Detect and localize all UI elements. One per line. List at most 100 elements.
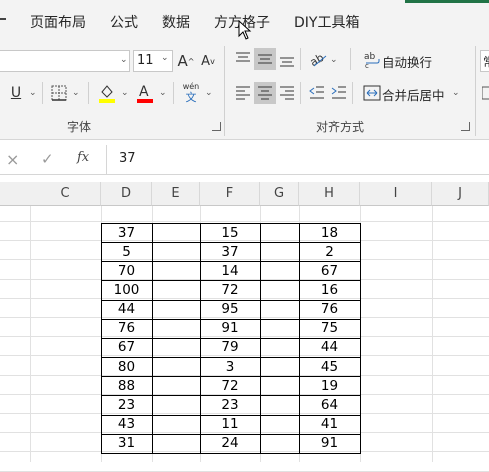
formula-value: 37 <box>119 151 136 166</box>
phonetic-dropdown-icon[interactable]: ⌄ <box>205 88 213 98</box>
cell-f-row-11[interactable]: 11 <box>200 415 260 434</box>
cell-d-row-8[interactable]: 80 <box>101 357 152 376</box>
font-name-combo[interactable] <box>0 50 130 72</box>
cell-f-row-9[interactable]: 72 <box>200 376 260 395</box>
orientation-icon[interactable]: ab <box>308 50 328 68</box>
column-header-i[interactable]: I <box>360 182 432 206</box>
cell-f-row-10[interactable]: 23 <box>200 395 260 414</box>
table-border-vertical <box>101 223 102 453</box>
ribbon-separator <box>300 48 301 70</box>
merge-center-label[interactable]: 合并后居中 <box>382 85 445 104</box>
align-middle-icon[interactable] <box>254 48 276 70</box>
table-border-horizontal <box>101 357 361 358</box>
fill-color-dropdown-icon[interactable]: ⌄ <box>121 88 129 98</box>
grid-gap <box>0 175 489 182</box>
gridline-vertical <box>432 206 433 462</box>
cell-h-row-7[interactable]: 44 <box>299 338 360 357</box>
cell-d-row-7[interactable]: 67 <box>101 338 152 357</box>
cell-d-row-9[interactable]: 88 <box>101 376 152 395</box>
cell-d-row-2[interactable]: 5 <box>101 242 152 261</box>
align-bottom-icon[interactable] <box>278 50 296 68</box>
cell-d-row-4[interactable]: 100 <box>101 280 152 299</box>
cell-d-row-1[interactable]: 37 <box>101 223 152 242</box>
cell-d-row-11[interactable]: 43 <box>101 415 152 434</box>
cell-h-row-11[interactable]: 41 <box>299 415 360 434</box>
cell-d-row-5[interactable]: 44 <box>101 300 152 319</box>
align-left-icon[interactable] <box>234 84 252 102</box>
column-header-c[interactable]: C <box>30 182 101 206</box>
cell-h-row-5[interactable]: 76 <box>299 300 360 319</box>
cell-d-row-6[interactable]: 76 <box>101 319 152 338</box>
ribbon-separator <box>173 82 174 104</box>
cell-h-row-4[interactable]: 16 <box>299 280 360 299</box>
column-header-j[interactable]: J <box>432 182 489 206</box>
column-header-f[interactable]: F <box>200 182 260 206</box>
increase-font-size-icon[interactable]: A ^ <box>175 50 197 72</box>
cancel-entry-icon[interactable]: × <box>6 150 19 169</box>
cell-f-row-7[interactable]: 79 <box>200 338 260 357</box>
cell-h-row-3[interactable]: 67 <box>299 261 360 280</box>
table-border-vertical <box>260 223 261 453</box>
table-border-horizontal <box>101 395 361 396</box>
cell-h-row-1[interactable]: 18 <box>299 223 360 242</box>
orientation-dropdown-icon[interactable]: ⌄ <box>330 55 338 65</box>
tab-diy-toolbox[interactable]: DIY工具箱 <box>294 12 359 32</box>
cell-f-row-2[interactable]: 37 <box>200 242 260 261</box>
wrap-text-label[interactable]: 自动换行 <box>382 52 432 71</box>
cell-d-row-3[interactable]: 70 <box>101 261 152 280</box>
column-header-g[interactable]: G <box>260 182 299 206</box>
cell-f-row-3[interactable]: 14 <box>200 261 260 280</box>
cell-f-row-6[interactable]: 91 <box>200 319 260 338</box>
cell-d-row-12[interactable]: 31 <box>101 434 152 453</box>
underline-dropdown-icon[interactable]: ⌄ <box>29 88 37 98</box>
font-color-icon[interactable]: A <box>135 82 155 104</box>
tab-formulas[interactable]: 公式 <box>110 12 138 32</box>
number-format-combo[interactable]: 常 <box>480 50 489 72</box>
cell-f-row-5[interactable]: 95 <box>200 300 260 319</box>
tab-page-layout[interactable]: 页面布局 <box>30 12 86 32</box>
borders-icon[interactable] <box>50 84 68 102</box>
cell-f-row-1[interactable]: 15 <box>200 223 260 242</box>
increase-indent-icon[interactable] <box>330 84 348 102</box>
font-name-dropdown-icon[interactable]: ⌄ <box>120 55 128 65</box>
column-header-e[interactable]: E <box>152 182 200 206</box>
tab-data[interactable]: 数据 <box>162 12 190 32</box>
column-header-d[interactable]: D <box>101 182 152 206</box>
phonetic-top: wén <box>182 82 200 91</box>
font-color-dropdown-icon[interactable]: ⌄ <box>159 88 167 98</box>
number-format-value: 常 <box>483 53 489 70</box>
font-size-combo[interactable]: 11 ⌄ <box>133 50 173 72</box>
alignment-dialog-launcher-icon[interactable] <box>461 122 470 131</box>
align-center-icon[interactable] <box>254 82 276 104</box>
phonetic-guide-icon[interactable]: wén 文 <box>180 82 202 106</box>
cell-h-row-12[interactable]: 91 <box>299 434 360 453</box>
cell-f-row-4[interactable]: 72 <box>200 280 260 299</box>
formula-input[interactable]: 37 <box>106 145 489 175</box>
font-dialog-launcher-icon[interactable] <box>212 122 221 131</box>
cell-f-row-8[interactable]: 3 <box>200 357 260 376</box>
merge-center-icon[interactable] <box>363 84 381 102</box>
cell-h-row-2[interactable]: 2 <box>299 242 360 261</box>
confirm-entry-icon[interactable]: ✓ <box>41 150 54 168</box>
underline-icon[interactable]: U <box>5 82 27 104</box>
insert-function-icon[interactable]: fx <box>77 150 89 165</box>
borders-dropdown-icon[interactable]: ⌄ <box>72 88 80 98</box>
cell-h-row-6[interactable]: 75 <box>299 319 360 338</box>
table-border-vertical <box>360 223 361 453</box>
cell-d-row-10[interactable]: 23 <box>101 395 152 414</box>
cell-h-row-10[interactable]: 64 <box>299 395 360 414</box>
cell-f-row-12[interactable]: 24 <box>200 434 260 453</box>
accounting-format-icon[interactable] <box>482 84 489 102</box>
align-top-icon[interactable] <box>234 50 252 68</box>
cell-h-row-8[interactable]: 45 <box>299 357 360 376</box>
align-right-icon[interactable] <box>278 84 296 102</box>
table-border-horizontal <box>101 319 361 320</box>
merge-center-dropdown-icon[interactable]: ⌄ <box>452 88 460 98</box>
decrease-indent-icon[interactable] <box>308 84 326 102</box>
decrease-font-size-icon[interactable]: Av <box>197 50 219 72</box>
font-size-dropdown-icon[interactable]: ⌄ <box>161 53 169 63</box>
cell-h-row-9[interactable]: 19 <box>299 376 360 395</box>
wrap-text-icon[interactable]: ab c <box>363 50 381 68</box>
fill-color-icon[interactable] <box>97 82 117 104</box>
column-header-h[interactable]: H <box>299 182 360 206</box>
